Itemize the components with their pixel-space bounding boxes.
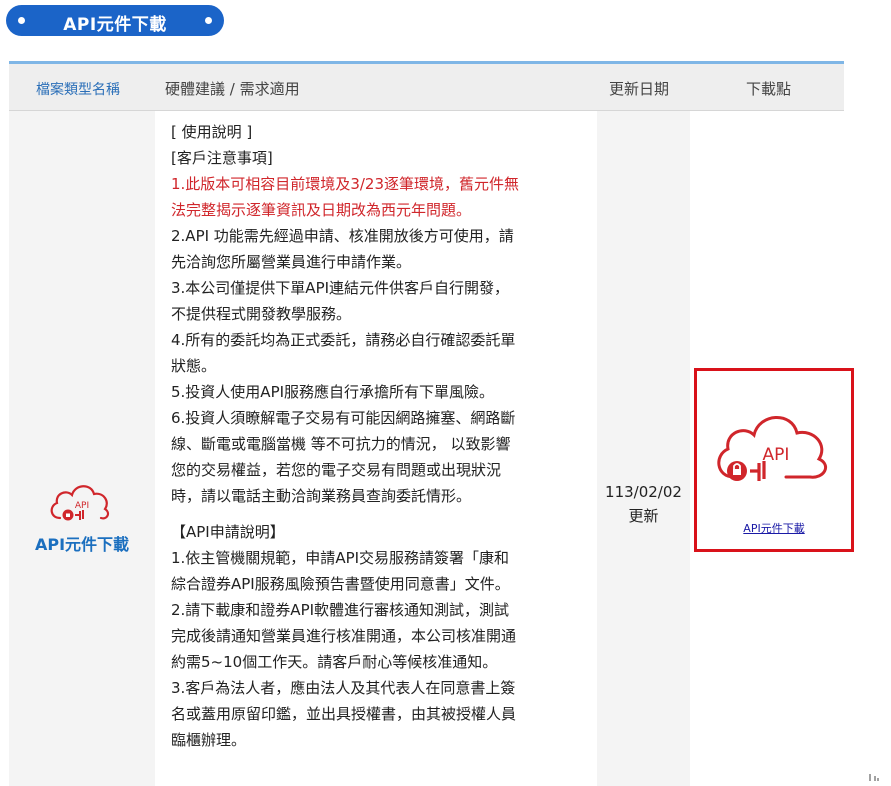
description-line: 時，請以電話主動洽詢業務員查詢委託情形。: [171, 487, 472, 505]
description-line: 臨櫃辦理。: [171, 731, 247, 749]
description-line: 完成後請通知營業員進行核准開通，本公司核准開通: [171, 627, 517, 645]
file-type-label: API元件下載: [34, 535, 130, 554]
description-line: 1.依主管機關規範，申請API交易服務請簽署「康和: [171, 549, 510, 567]
svg-text:API: API: [763, 445, 790, 465]
cell-download: API API元件下載: [690, 111, 854, 786]
description-line: 2.請下載康和證券API軟體進行審核通知測試，測試: [171, 601, 510, 619]
description-line: 3.客戶為法人者，應由法人及其代表人在同意書上簽: [171, 679, 516, 697]
description-line: [ 使用說明 ]: [171, 123, 253, 141]
download-highlight-box[interactable]: API API元件下載: [694, 368, 854, 552]
description-line: 先洽詢您所屬營業員進行申請作業。: [171, 253, 412, 271]
header-update-date: 更新日期: [609, 80, 670, 98]
description-line: 法完整揭示逐筆資訊及日期改為西元年問題。: [171, 201, 472, 219]
description-line: 2.API 功能需先經過申請、核准開放後方可使用，請: [171, 227, 514, 245]
requirements-text: [ 使用說明 ] [客戶注意事項] 1.此版本可相容目前環境及3/23逐筆環境，舊元…: [171, 119, 589, 753]
cloud-api-icon: API: [50, 485, 110, 521]
svg-text:API: API: [75, 501, 89, 511]
description-line: 4.所有的委託均為正式委託，請務必自行確認委託單: [171, 331, 516, 349]
description-line: [客戶注意事項]: [171, 149, 273, 167]
description-line: 6.投資人須瞭解電子交易有可能因網路擁塞、網路斷: [171, 409, 516, 427]
resize-corner-icon: [869, 774, 879, 781]
description-line: 狀態。: [171, 357, 217, 375]
description-line: 您的交易權益，若您的電子交易有問題或出現狀況: [171, 461, 502, 479]
section-title-pill: API元件下載: [6, 5, 224, 36]
description-line: 不提供程式開發教學服務。: [171, 305, 352, 323]
update-date: 113/02/02 更新: [597, 480, 690, 528]
header-file-type: 檔案類型名稱: [36, 82, 120, 98]
description-line: 線、斷電或電腦當機 等不可抗力的情況， 以致影響: [171, 435, 511, 453]
description-line: 【API申請說明】: [171, 523, 285, 541]
header-download: 下載點: [746, 80, 792, 98]
description-line: 約需5~10個工作天。請客戶耐心等候核准通知。: [171, 653, 498, 671]
section-title: API元件下載: [63, 15, 167, 35]
cell-requirements: [ 使用說明 ] [客戶注意事項] 1.此版本可相容目前環境及3/23逐筆環境，舊元…: [155, 111, 597, 786]
update-date-note: 更新: [628, 507, 659, 525]
cell-update-date: 113/02/02 更新: [597, 111, 690, 786]
description-line: 1.此版本可相容目前環境及3/23逐筆環境，舊元件無: [171, 175, 519, 193]
download-table: 檔案類型名稱 硬體建議 / 需求適用 更新日期 下載點 API API元件下載 …: [9, 61, 854, 786]
description-line: 3.本公司僅提供下單API連結元件供客戶自行開發，: [171, 279, 510, 297]
description-line: 名或蓋用原留印鑑，並出具授權書，由其被授權人員: [171, 705, 517, 723]
update-date-value: 113/02/02: [605, 483, 682, 501]
cloud-api-icon[interactable]: API: [710, 399, 840, 494]
description-line: 5.投資人使用API服務應自行承擔所有下單風險。: [171, 383, 495, 401]
cell-file-type: API API元件下載: [9, 111, 155, 786]
table-header: 檔案類型名稱 硬體建議 / 需求適用 更新日期 下載點: [9, 64, 844, 111]
bullet-dot: [205, 17, 212, 24]
header-requirements: 硬體建議 / 需求適用: [165, 80, 300, 98]
description-line: 綜合證券API服務風險預告書暨使用同意書」文件。: [171, 575, 510, 593]
download-link[interactable]: API元件下載: [697, 520, 851, 536]
